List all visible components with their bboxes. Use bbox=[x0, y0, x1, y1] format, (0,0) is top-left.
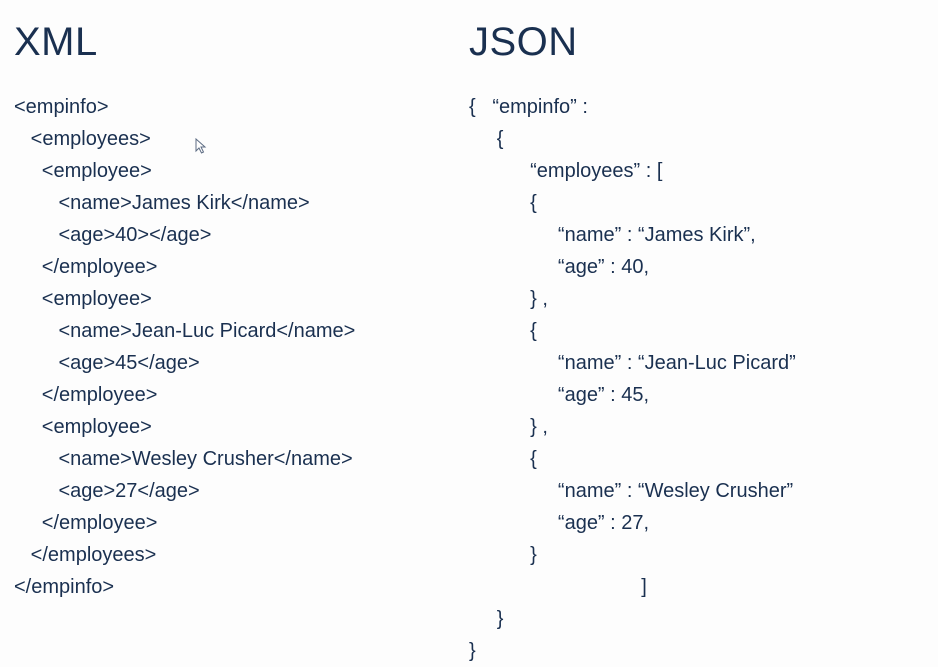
code-line: </employee> bbox=[14, 251, 469, 283]
code-line: { bbox=[469, 187, 924, 219]
json-heading: JSON bbox=[469, 20, 924, 65]
code-line: { “empinfo” : bbox=[469, 91, 924, 123]
code-line: </employee> bbox=[14, 507, 469, 539]
xml-code-block: <empinfo> <employees> <employee> <name>J… bbox=[14, 91, 469, 603]
code-line: <age>27</age> bbox=[14, 475, 469, 507]
code-line: } bbox=[469, 635, 924, 667]
code-line: “age” : 45, bbox=[469, 379, 924, 411]
code-line: <name>Wesley Crusher</name> bbox=[14, 443, 469, 475]
comparison-container: XML <empinfo> <employees> <employee> <na… bbox=[0, 0, 938, 667]
code-line: </employees> bbox=[14, 539, 469, 571]
code-line: “name” : “Jean-Luc Picard” bbox=[469, 347, 924, 379]
code-line: ] bbox=[469, 571, 924, 603]
code-line: { bbox=[469, 315, 924, 347]
code-line: </empinfo> bbox=[14, 571, 469, 603]
code-line: </employee> bbox=[14, 379, 469, 411]
code-line: <empinfo> bbox=[14, 91, 469, 123]
code-line: <age>45</age> bbox=[14, 347, 469, 379]
code-line: { bbox=[469, 123, 924, 155]
code-line: <name>Jean-Luc Picard</name> bbox=[14, 315, 469, 347]
code-line: “employees” : [ bbox=[469, 155, 924, 187]
code-line: “age” : 40, bbox=[469, 251, 924, 283]
json-code-block: { “empinfo” : { “employees” : [ { “name”… bbox=[469, 91, 924, 667]
code-line: } , bbox=[469, 411, 924, 443]
code-line: } bbox=[469, 539, 924, 571]
xml-column: XML <empinfo> <employees> <employee> <na… bbox=[14, 20, 469, 667]
code-line: <employee> bbox=[14, 411, 469, 443]
xml-heading: XML bbox=[14, 20, 469, 65]
code-line: { bbox=[469, 443, 924, 475]
code-line: <employees> bbox=[14, 123, 469, 155]
code-line: } bbox=[469, 603, 924, 635]
json-column: JSON { “empinfo” : { “employees” : [ { “… bbox=[469, 20, 924, 667]
code-line: <employee> bbox=[14, 283, 469, 315]
code-line: “name” : “Wesley Crusher” bbox=[469, 475, 924, 507]
code-line: “name” : “James Kirk”, bbox=[469, 219, 924, 251]
code-line: “age” : 27, bbox=[469, 507, 924, 539]
code-line: <age>40></age> bbox=[14, 219, 469, 251]
code-line: <name>James Kirk</name> bbox=[14, 187, 469, 219]
code-line: <employee> bbox=[14, 155, 469, 187]
code-line: } , bbox=[469, 283, 924, 315]
